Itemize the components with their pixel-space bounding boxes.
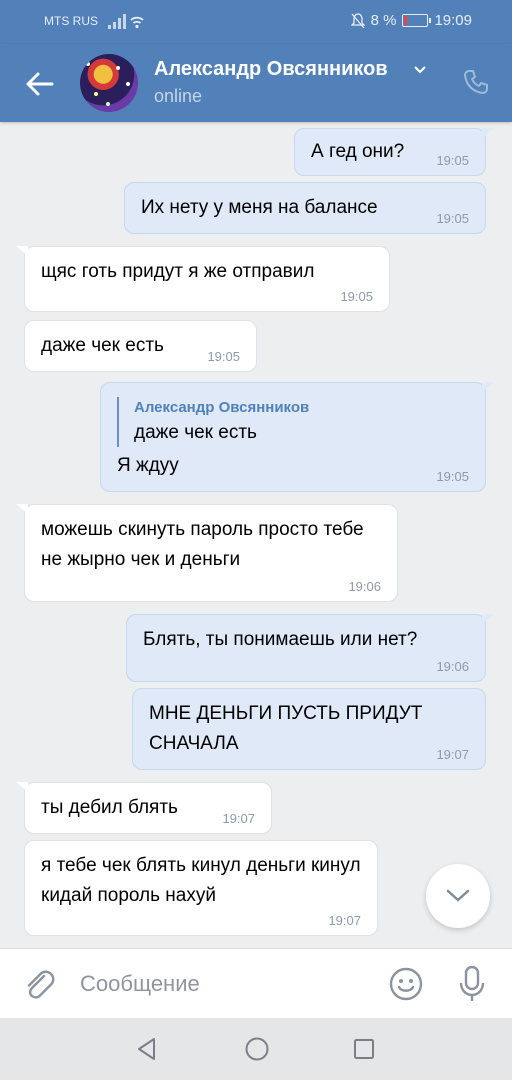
message-text: я тебе чек блять кинул деньги кинул кида… bbox=[41, 855, 361, 906]
message-time: 19:05 bbox=[436, 211, 469, 226]
message-time: 19:07 bbox=[328, 913, 361, 928]
message-text: даже чек есть bbox=[41, 335, 164, 356]
signal-wifi-icon bbox=[108, 14, 144, 29]
message-outgoing-reply[interactable]: Александр Овсянников даже чек есть Я жду… bbox=[100, 382, 494, 492]
composer bbox=[0, 948, 512, 1018]
chat-header: Александр Овсянников online bbox=[0, 44, 512, 122]
circle-home-icon[interactable] bbox=[244, 1036, 270, 1062]
scroll-down-button[interactable] bbox=[426, 864, 490, 928]
message-time: 19:07 bbox=[222, 811, 255, 826]
avatar[interactable] bbox=[80, 54, 138, 112]
reply-text: даже чек есть bbox=[134, 422, 257, 443]
status-right: 8 % 19:09 bbox=[350, 12, 472, 29]
message-outgoing[interactable]: А гед они? 19:05 bbox=[294, 128, 494, 176]
status-bar: MTS RUS 8 % 19:09 bbox=[0, 0, 512, 44]
battery-icon bbox=[402, 14, 432, 27]
message-incoming[interactable]: даже чек есть 19:05 bbox=[24, 320, 257, 372]
chevron-down-icon[interactable] bbox=[412, 62, 428, 78]
message-time: 19:05 bbox=[340, 289, 373, 304]
paperclip-icon[interactable] bbox=[22, 967, 56, 1001]
message-incoming[interactable]: щяс готь придут я же отправил 19:05 bbox=[16, 246, 390, 312]
message-time: 19:06 bbox=[348, 579, 381, 594]
message-text: можешь скинуть пароль просто тебе не жыр… bbox=[41, 519, 364, 570]
clock: 19:09 bbox=[434, 12, 472, 29]
message-text: Блять, ты понимаешь или нет? bbox=[143, 629, 418, 650]
message-text: Их нету у меня на балансе bbox=[141, 197, 378, 218]
message-outgoing[interactable]: Их нету у меня на балансе 19:05 bbox=[124, 182, 486, 234]
message-text: щяс готь придут я же отправил bbox=[41, 261, 315, 282]
arrow-left-icon[interactable] bbox=[22, 66, 58, 102]
system-nav-bar bbox=[0, 1018, 512, 1080]
message-text: А гед они? bbox=[311, 141, 405, 162]
message-incoming[interactable]: можешь скинуть пароль просто тебе не жыр… bbox=[16, 504, 398, 602]
triangle-back-icon[interactable] bbox=[134, 1036, 160, 1062]
battery-percent: 8 % bbox=[370, 12, 397, 29]
message-text: ты дебил блять bbox=[41, 797, 178, 818]
message-time: 19:07 bbox=[436, 747, 469, 762]
microphone-icon[interactable] bbox=[456, 964, 488, 1004]
online-status: online bbox=[154, 86, 203, 106]
message-list[interactable]: А гед они? 19:05 Их нету у меня на балан… bbox=[0, 122, 512, 948]
reply-quote[interactable]: Александр Овсянников даже чек есть bbox=[117, 397, 469, 447]
message-time: 19:05 bbox=[207, 349, 240, 364]
message-incoming[interactable]: я тебе чек блять кинул деньги кинул кида… bbox=[24, 840, 378, 936]
message-time: 19:05 bbox=[436, 153, 469, 168]
message-input[interactable] bbox=[80, 969, 370, 999]
message-outgoing[interactable]: Блять, ты понимаешь или нет? 19:06 bbox=[126, 614, 494, 682]
message-outgoing[interactable]: МНЕ ДЕНЬГИ ПУСТЬ ПРИДУТ СНАЧАЛА 19:07 bbox=[132, 688, 486, 770]
square-recent-icon[interactable] bbox=[352, 1037, 376, 1061]
message-text: Я ждуу bbox=[117, 455, 179, 476]
chevron-down-icon bbox=[446, 889, 470, 902]
message-text: МНЕ ДЕНЬГИ ПУСТЬ ПРИДУТ СНАЧАЛА bbox=[149, 703, 423, 754]
smiley-icon[interactable] bbox=[388, 966, 424, 1002]
mute-bell-icon bbox=[350, 12, 365, 28]
message-time: 19:05 bbox=[436, 469, 469, 484]
reply-author: Александр Овсянников bbox=[134, 399, 310, 416]
phone-icon[interactable] bbox=[462, 68, 490, 96]
message-incoming[interactable]: ты дебил блять 19:07 bbox=[16, 782, 272, 834]
carrier-label: MTS RUS bbox=[44, 14, 98, 28]
message-time: 19:06 bbox=[436, 659, 469, 674]
contact-name[interactable]: Александр Овсянников bbox=[154, 58, 388, 81]
